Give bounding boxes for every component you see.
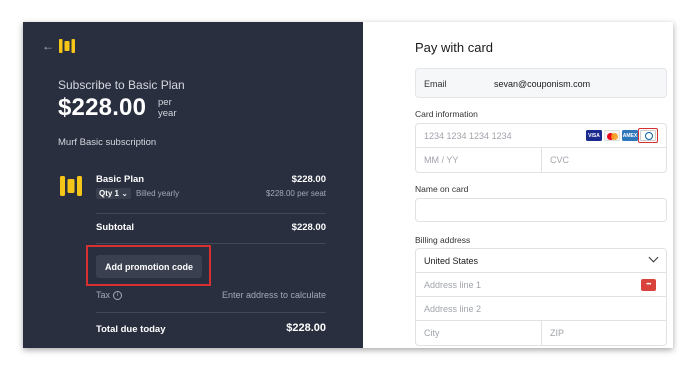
tax-label: Tax xyxy=(96,290,111,300)
payment-title: Pay with card xyxy=(415,40,494,55)
info-icon[interactable]: i xyxy=(113,290,123,300)
chevron-down-icon: ⌄ xyxy=(121,189,128,198)
quantity-selector[interactable]: Qty 1 ⌄ xyxy=(96,188,131,199)
country-select[interactable]: United States xyxy=(416,249,666,273)
per-seat-price: $228.00 per seat xyxy=(265,189,326,198)
name-on-card-label: Name on card xyxy=(415,184,469,194)
address-line2-field[interactable]: Address line 2 xyxy=(416,297,666,321)
card-info-group: 1234 1234 1234 1234 VISA AMEX MM / YY CV… xyxy=(415,123,667,173)
city-zip-row: City ZIP xyxy=(416,321,666,345)
billing-address-group: United States Address line 1 ••• Address… xyxy=(415,248,667,346)
total-label: Total due today xyxy=(96,324,166,335)
zip-field[interactable]: ZIP xyxy=(550,328,564,338)
visa-icon: VISA xyxy=(586,130,602,141)
field-divider xyxy=(541,321,542,345)
amex-icon: AMEX xyxy=(622,130,638,141)
card-number-field[interactable]: 1234 1234 1234 1234 VISA AMEX xyxy=(416,124,666,148)
divider xyxy=(96,243,326,244)
murf-logo-icon[interactable] xyxy=(59,39,75,53)
add-promotion-code-button[interactable]: Add promotion code xyxy=(96,255,202,278)
email-value: sevan@couponism.com xyxy=(494,79,591,89)
line-item-qty-row: Qty 1 ⌄ Billed yearly xyxy=(96,188,179,199)
price-period-line1: per xyxy=(158,97,172,108)
tax-row-label: Tax i xyxy=(96,290,123,300)
checkout-window: ← Subscribe to Basic Plan $228.00 per ye… xyxy=(23,22,673,348)
card-info-label: Card information xyxy=(415,109,478,119)
quantity-label: Qty 1 xyxy=(99,189,120,198)
mastercard-icon xyxy=(604,130,620,141)
city-field[interactable]: City xyxy=(424,328,440,338)
subscription-name: Murf Basic subscription xyxy=(58,137,157,148)
price-period-line2: year xyxy=(158,108,177,119)
address-line1-placeholder: Address line 1 xyxy=(424,280,482,290)
email-label: Email xyxy=(424,79,447,89)
field-divider xyxy=(541,148,542,172)
tax-value: Enter address to calculate xyxy=(221,290,326,300)
expiry-cvc-row: MM / YY CVC xyxy=(416,148,666,172)
payment-panel: Pay with card Email sevan@couponism.com … xyxy=(363,22,673,348)
subtotal-label: Subtotal xyxy=(96,222,134,233)
billing-address-label: Billing address xyxy=(415,235,471,245)
total-value: $228.00 xyxy=(286,322,326,334)
price-period: per year xyxy=(158,97,188,119)
billing-frequency: Billed yearly xyxy=(135,189,180,198)
line-item-name: Basic Plan xyxy=(96,174,145,185)
card-icon-highlight xyxy=(638,128,658,143)
back-arrow-icon[interactable]: ← xyxy=(42,39,54,53)
divider xyxy=(96,213,326,214)
subtotal-value: $228.00 xyxy=(291,222,326,233)
card-number-placeholder: 1234 1234 1234 1234 xyxy=(424,131,512,141)
plan-heading: Subscribe to Basic Plan xyxy=(58,78,185,92)
plan-price: $228.00 xyxy=(58,94,147,121)
line-item-price: $228.00 xyxy=(291,174,326,185)
plan-logo-icon xyxy=(59,174,83,198)
autofill-icon[interactable]: ••• xyxy=(641,279,656,291)
cvc-field[interactable]: CVC xyxy=(550,155,569,165)
divider xyxy=(96,312,326,313)
name-on-card-field[interactable] xyxy=(415,198,667,222)
chevron-down-icon xyxy=(648,252,659,263)
address-line1-field[interactable]: Address line 1 ••• xyxy=(416,273,666,297)
address-line2-placeholder: Address line 2 xyxy=(424,304,482,314)
email-field[interactable]: Email sevan@couponism.com xyxy=(415,68,667,98)
order-summary-panel: ← Subscribe to Basic Plan $228.00 per ye… xyxy=(23,22,363,348)
expiry-field[interactable]: MM / YY xyxy=(424,155,458,165)
country-value: United States xyxy=(424,256,479,266)
